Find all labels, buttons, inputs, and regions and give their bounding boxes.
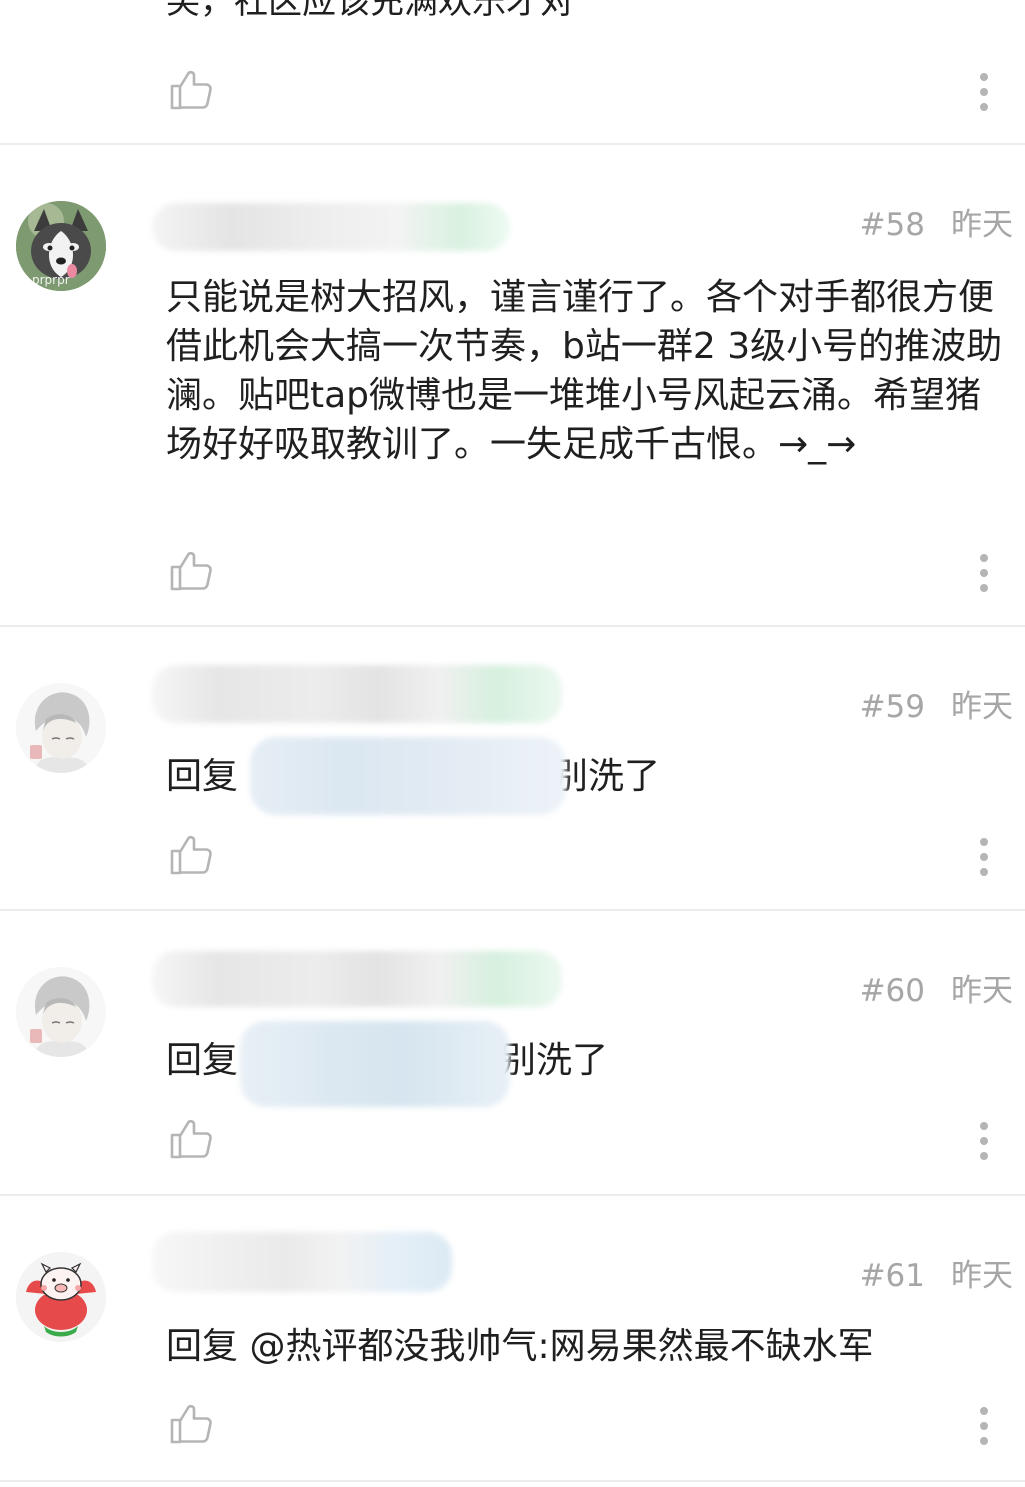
comment-partial: 笑，社区应该充满欢乐才对 [0, 0, 1025, 145]
reply-line: 回复 @热评都没我帅气:网易果然最不缺水军 [166, 1326, 874, 1367]
thumbs-up-icon[interactable] [168, 831, 214, 877]
avatar[interactable] [16, 683, 106, 773]
avatar[interactable] [16, 967, 106, 1057]
timestamp: 昨天 [951, 689, 1013, 725]
thumbs-up-icon[interactable] [168, 66, 214, 112]
comment-item: prprpr #58 昨天 只能说是树大招风，谨言谨行了。各个对手都很方便借此机会… [0, 145, 1025, 627]
comment-text: 笑，社区应该充满欢乐才对 [166, 0, 574, 22]
avatar[interactable] [16, 1252, 106, 1342]
more-vertical-icon[interactable] [979, 837, 989, 877]
anime-boy-icon [16, 683, 106, 773]
mention-blur-overlay [250, 737, 566, 815]
comment-meta: #58 昨天 [860, 199, 1013, 244]
comment-meta: #59 昨天 [860, 681, 1013, 726]
pig-icon [16, 1252, 106, 1342]
comment-body: 只能说是树大招风，谨言谨行了。各个对手都很方便借此机会大搞一次节奏，b站一群2 … [166, 277, 1003, 465]
mention-blur-overlay [240, 1021, 510, 1107]
comment-meta: #61 昨天 [860, 1250, 1013, 1295]
avatar[interactable]: prprpr [16, 201, 106, 291]
username-blurred[interactable] [152, 951, 562, 1007]
floor-number: #58 [859, 207, 925, 243]
thumbs-up-icon[interactable] [168, 547, 214, 593]
reply-text: 别洗了 [500, 1040, 609, 1081]
reply-prefix: 回复 [166, 1040, 239, 1081]
comment-meta: #60 昨天 [860, 965, 1013, 1010]
reply-text: 别洗了 [552, 756, 661, 797]
more-vertical-icon[interactable] [979, 1406, 989, 1446]
thumbs-up-icon[interactable] [168, 1115, 214, 1161]
comment-item: #59 昨天 回复 别洗了 [0, 627, 1025, 911]
more-vertical-icon[interactable] [979, 553, 989, 593]
username-blurred[interactable] [152, 203, 510, 251]
timestamp: 昨天 [951, 207, 1013, 243]
floor-number: #61 [859, 1258, 925, 1294]
timestamp: 昨天 [951, 1258, 1013, 1294]
reply-prefix: 回复 [166, 756, 239, 797]
floor-number: #60 [859, 973, 925, 1009]
avatar-caption: prprpr [32, 273, 70, 287]
timestamp: 昨天 [951, 973, 1013, 1009]
anime-boy-icon [16, 967, 106, 1057]
more-vertical-icon[interactable] [979, 72, 989, 112]
comment-item: #61 昨天 回复 @热评都没我帅气:网易果然最不缺水军 [0, 1196, 1025, 1482]
username-blurred[interactable] [152, 1232, 452, 1292]
floor-number: #59 [859, 689, 925, 725]
more-vertical-icon[interactable] [979, 1121, 989, 1161]
username-blurred[interactable] [152, 665, 562, 723]
thumbs-up-icon[interactable] [168, 1400, 214, 1446]
comment-item: #60 昨天 回复 别洗了 [0, 911, 1025, 1196]
